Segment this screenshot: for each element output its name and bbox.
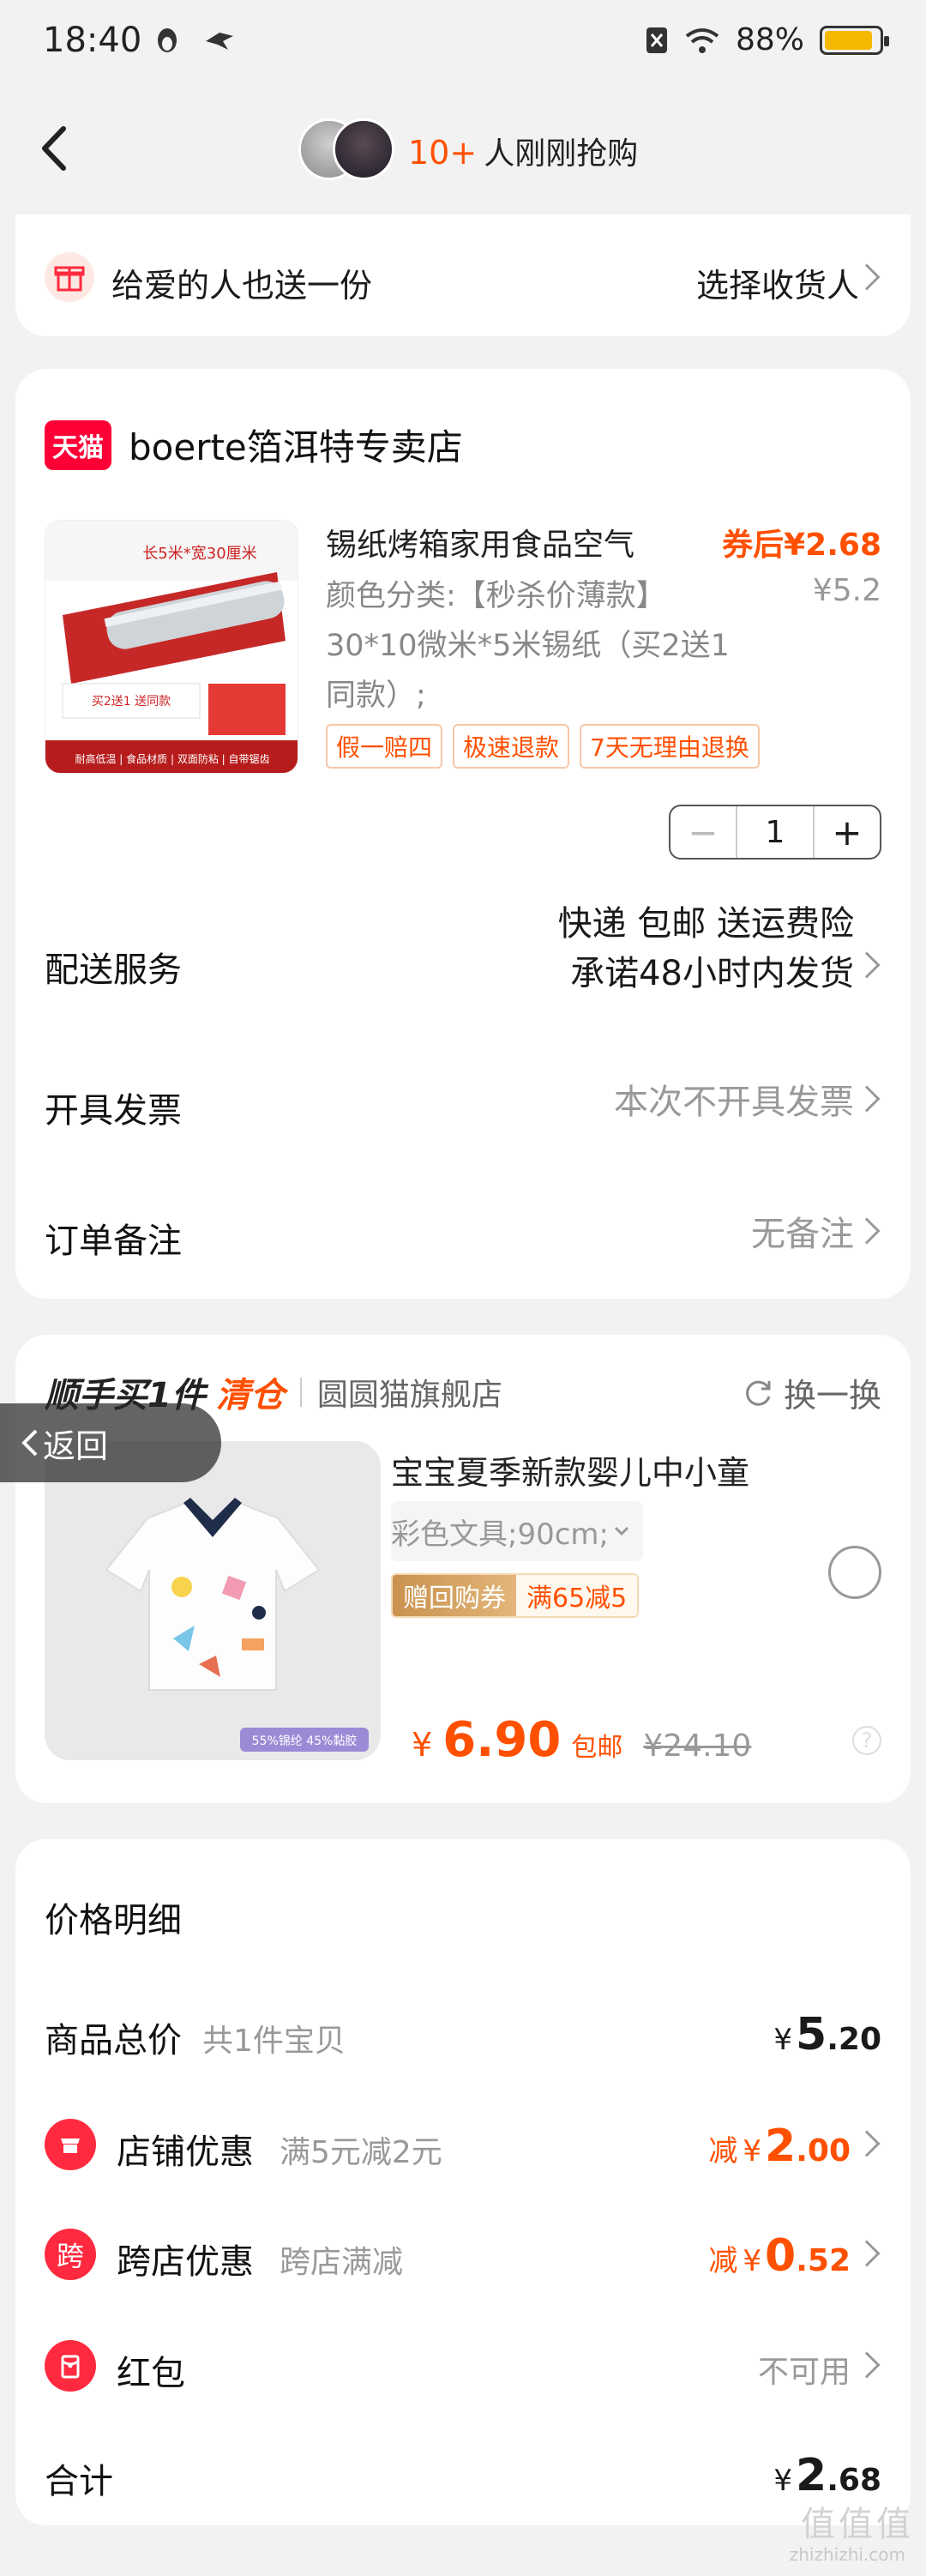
- sum-row: 合计 ¥2.68: [45, 2450, 881, 2501]
- addon-product-image[interactable]: 55%锦纶 45%黏胶: [45, 1441, 381, 1760]
- increase-button[interactable]: +: [815, 806, 880, 858]
- quantity-value[interactable]: 1: [736, 806, 815, 858]
- shop-card: 天猫 boerte箔洱特专卖店 长5米*宽30厘米 买2送1 送同款 耐高低温 …: [15, 369, 911, 1299]
- delivery-value[interactable]: 快递 包邮 送运费险 承诺48小时内发货: [558, 899, 854, 998]
- total-price-row: 商品总价 共1件宝贝 ¥5.20: [45, 2009, 881, 2060]
- watermark: 值值值: [801, 2505, 914, 2544]
- chevron-down-icon: [614, 1526, 629, 1536]
- quantity-stepper: − 1 +: [669, 805, 881, 860]
- clearance-label: 清仓: [215, 1376, 285, 1415]
- tmall-logo: 天猫: [45, 419, 111, 470]
- material-label: 55%锦纶 45%黏胶: [252, 1734, 358, 1748]
- gift-icon: [45, 252, 94, 302]
- swap-button[interactable]: 换一换: [741, 1369, 881, 1416]
- product-price-after-coupon: 券后¥2.68: [722, 528, 881, 563]
- nav-bar: 10+ 人刚刚抢购: [0, 86, 926, 214]
- chevron-right-icon: [853, 2130, 881, 2157]
- price-detail-card: 价格明细 商品总价 共1件宝贝 ¥5.20 店铺优惠 满5元减2元 减 ¥2.00…: [15, 1839, 911, 2525]
- floating-back-button[interactable]: 返回: [0, 1403, 221, 1482]
- divider: [299, 1378, 302, 1407]
- notification-icons: [153, 26, 237, 55]
- product-sku[interactable]: 颜色分类:【秒杀价薄款】30*10微米*5米锡纸（买2送1同款）;: [326, 571, 737, 721]
- product-image-size-text: 长5米*宽30厘米: [142, 545, 256, 563]
- help-icon[interactable]: ?: [852, 1726, 881, 1755]
- service-tag: 极速退款: [453, 724, 570, 769]
- status-time: 18:40: [43, 21, 142, 60]
- service-tag: 7天无理由退换: [580, 724, 760, 769]
- chevron-right-icon: [853, 1085, 881, 1113]
- coupon-badge: 赠回购券 满65减5: [391, 1573, 640, 1618]
- order-note-value[interactable]: 无备注: [751, 1206, 854, 1256]
- buyer-avatars: [298, 117, 400, 182]
- product-image-buy-text: 买2送1 送同款: [92, 695, 171, 709]
- service-tags: 假一赔四 极速退款 7天无理由退换: [326, 724, 760, 769]
- buyers-text: 10+ 人刚刚抢购: [408, 134, 639, 172]
- shop-header[interactable]: 天猫 boerte箔洱特专卖店: [45, 419, 463, 471]
- refresh-icon: [746, 1380, 771, 1406]
- cross-store-discount-row[interactable]: 跨 跨店优惠 跨店满减 减 ¥0.52: [45, 2229, 881, 2282]
- chevron-left-icon: [21, 1429, 38, 1457]
- chevron-right-icon: [853, 2240, 881, 2267]
- status-bar: 18:40 88%: [0, 0, 926, 86]
- red-envelope-row[interactable]: 红包 不可用: [45, 2340, 881, 2393]
- addon-price: ¥ 6.90 包邮 ¥24.10: [412, 1712, 752, 1768]
- product-title[interactable]: 锡纸烤箱家用食品空气: [326, 520, 720, 564]
- back-arrow-icon[interactable]: [31, 118, 82, 178]
- chevron-right-icon: [853, 951, 881, 979]
- battery-percent: 88%: [735, 22, 804, 57]
- battery-icon: [820, 25, 889, 55]
- price-detail-title: 价格明细: [45, 1901, 182, 1940]
- addon-select-radio[interactable]: [828, 1546, 881, 1599]
- decrease-button[interactable]: −: [670, 806, 736, 858]
- red-envelope-icon: [45, 2340, 96, 2392]
- chevron-right-icon: [853, 1217, 881, 1245]
- bird-icon: [206, 33, 233, 50]
- shop-name: boerte箔洱特专卖店: [129, 426, 463, 468]
- product-original-price: ¥5.2: [812, 573, 881, 608]
- invoice-value[interactable]: 本次不开具发票: [614, 1074, 854, 1124]
- addon-product-title[interactable]: 宝宝夏季新款婴儿中小童: [391, 1446, 749, 1493]
- service-tag: 假一赔四: [326, 724, 443, 769]
- product-image[interactable]: 长5米*宽30厘米 买2送1 送同款 耐高低温 | 食品材质 | 双面防粘 | …: [45, 520, 298, 774]
- addon-store-name[interactable]: 圆圆猫旗舰店: [317, 1370, 502, 1415]
- choose-recipient-link[interactable]: 选择收货人: [696, 259, 859, 306]
- no-sim-icon: [646, 27, 667, 53]
- gift-row[interactable]: 给爱的人也送一份 选择收货人: [15, 214, 911, 336]
- chevron-right-icon: [853, 2351, 881, 2379]
- delivery-label: 配送服务: [45, 950, 182, 990]
- avatar: [333, 118, 394, 180]
- addon-sku-selector[interactable]: 彩色文具;90cm;: [391, 1501, 643, 1561]
- shop-discount-row[interactable]: 店铺优惠 满5元减2元 减 ¥2.00: [45, 2119, 881, 2172]
- penguin-icon: [158, 28, 177, 52]
- product-image-feature-text: 耐高低温 | 食品材质 | 双面防粘 | 自带锯齿: [75, 752, 269, 765]
- wifi-icon: [685, 27, 719, 53]
- cross-store-icon: 跨: [45, 2229, 96, 2280]
- watermark-url: zhizhizhi.com: [789, 2544, 905, 2565]
- store-icon: [45, 2119, 96, 2170]
- invoice-label: 开具发票: [45, 1091, 182, 1131]
- order-note-label: 订单备注: [45, 1222, 182, 1261]
- gift-text: 给爱的人也送一份: [111, 267, 373, 305]
